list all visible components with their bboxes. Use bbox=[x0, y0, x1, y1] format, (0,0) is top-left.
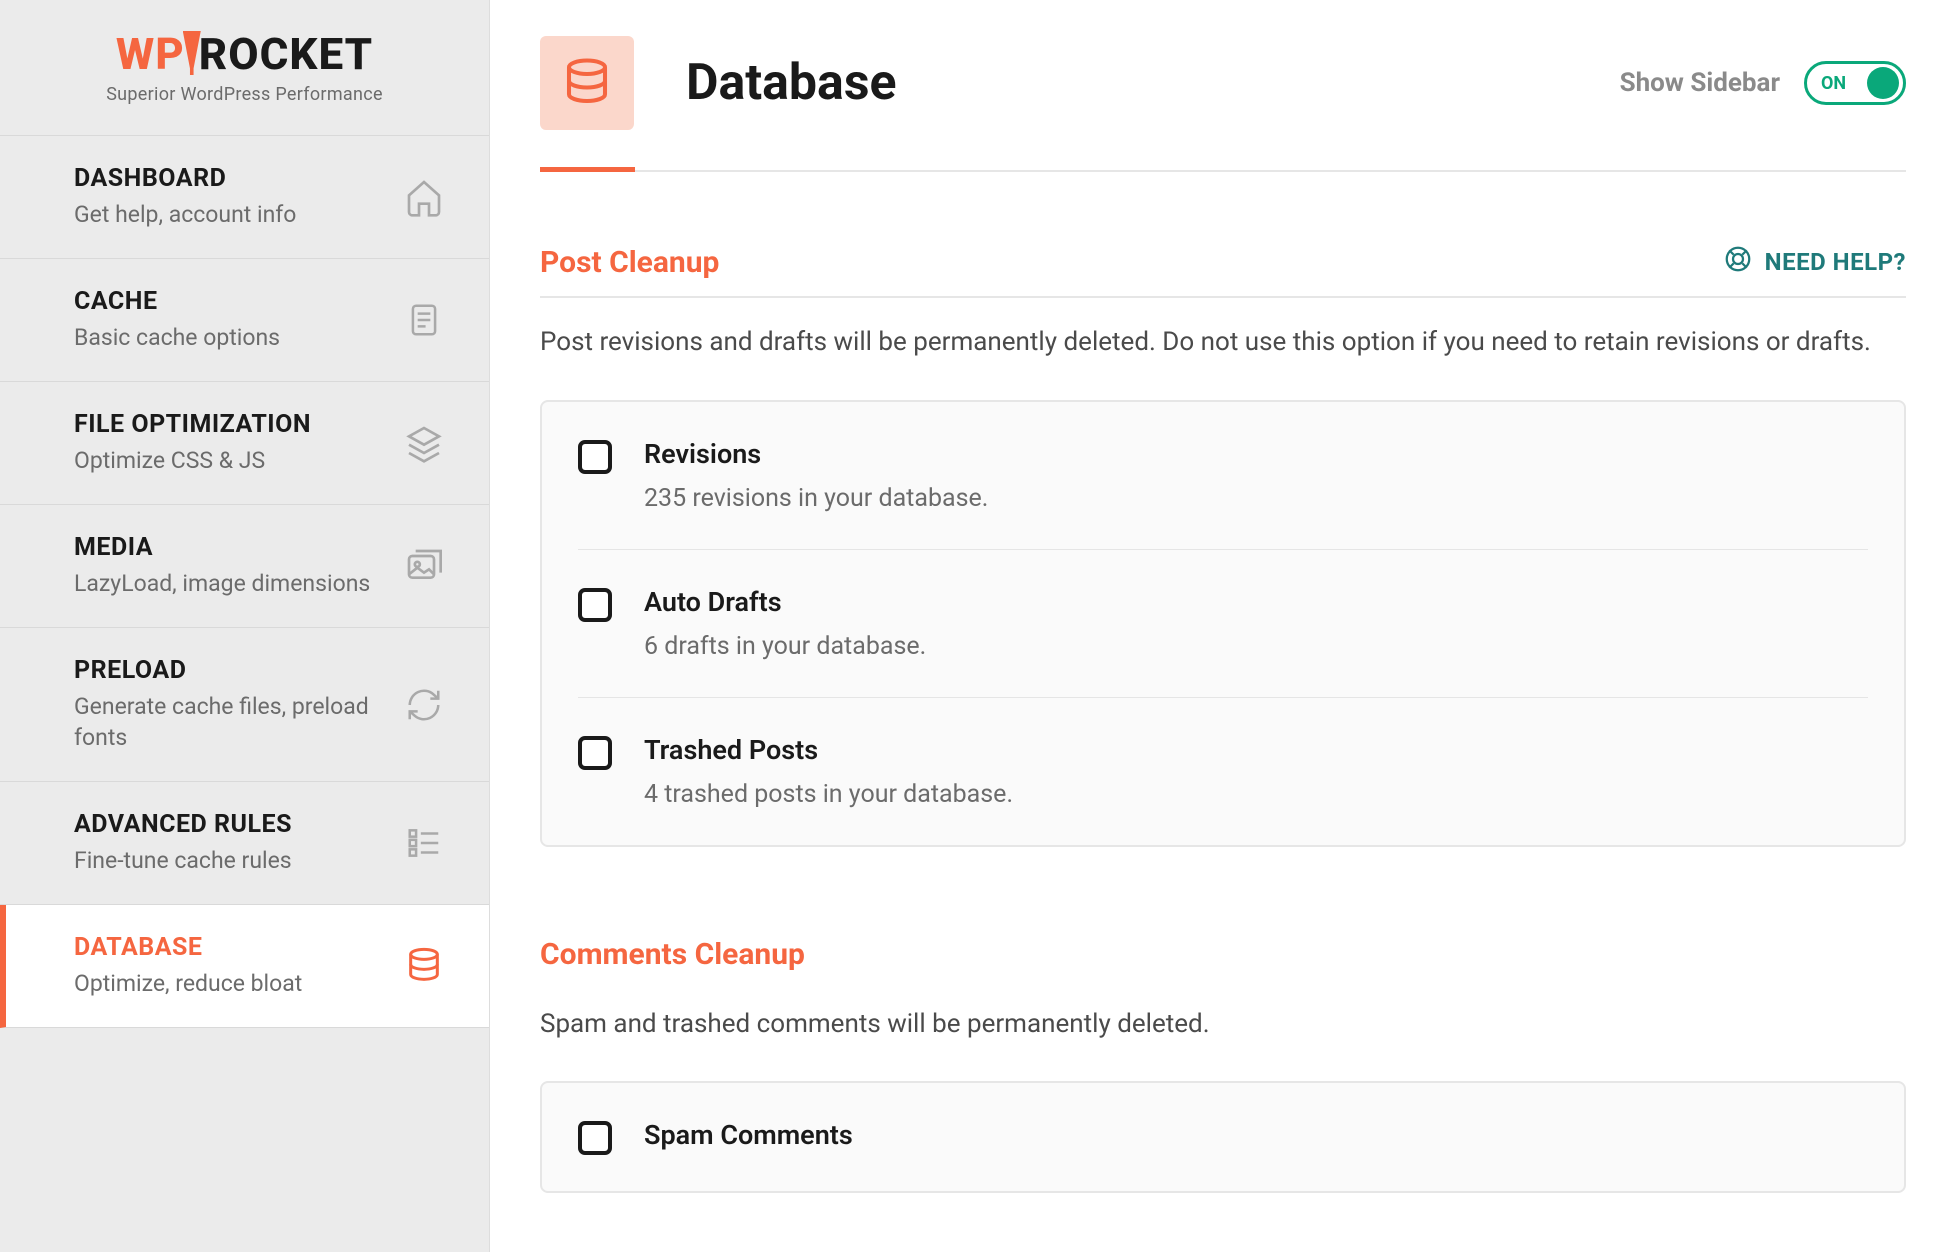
option-trashed-posts: Trashed Posts 4 trashed posts in your da… bbox=[578, 698, 1868, 845]
refresh-icon bbox=[403, 684, 445, 726]
option-title: Revisions bbox=[644, 438, 1868, 470]
spam-comments-checkbox[interactable] bbox=[578, 1121, 612, 1155]
nav-sub: Get help, account info bbox=[74, 199, 387, 230]
nav-title: MEDIA bbox=[74, 533, 387, 562]
toggle-on-label: ON bbox=[1821, 73, 1846, 94]
nav-sub: Optimize, reduce bloat bbox=[74, 968, 387, 999]
auto-drafts-checkbox[interactable] bbox=[578, 588, 612, 622]
sidebar-item-database[interactable]: DATABASE Optimize, reduce bloat bbox=[0, 905, 489, 1028]
database-icon bbox=[403, 945, 445, 987]
section-comments-cleanup: Comments Cleanup Spam and trashed commen… bbox=[540, 937, 1906, 1194]
revisions-checkbox[interactable] bbox=[578, 440, 612, 474]
nav-sub: Basic cache options bbox=[74, 322, 387, 353]
option-sub: 4 trashed posts in your database. bbox=[644, 780, 1868, 809]
page-header: Database Show Sidebar ON bbox=[540, 36, 1906, 172]
nav-title: CACHE bbox=[74, 287, 387, 316]
layers-icon bbox=[403, 422, 445, 464]
sidebar-item-advanced-rules[interactable]: ADVANCED RULES Fine-tune cache rules bbox=[0, 782, 489, 905]
sidebar-item-cache[interactable]: CACHE Basic cache options bbox=[0, 259, 489, 382]
nav-title: FILE OPTIMIZATION bbox=[74, 410, 387, 439]
logo-wp: WP bbox=[116, 28, 185, 80]
nav-sub: Optimize CSS & JS bbox=[74, 445, 387, 476]
toggle-knob bbox=[1867, 67, 1899, 99]
option-title: Trashed Posts bbox=[644, 734, 1868, 766]
option-auto-drafts: Auto Drafts 6 drafts in your database. bbox=[578, 550, 1868, 698]
nav-title: PRELOAD bbox=[74, 656, 387, 685]
section-title: Comments Cleanup bbox=[540, 937, 805, 972]
page-title: Database bbox=[686, 54, 897, 112]
nav-sub: Generate cache files, preload fonts bbox=[74, 691, 387, 753]
need-help-link[interactable]: NEED HELP? bbox=[1723, 244, 1906, 280]
home-icon bbox=[403, 176, 445, 218]
nav-sub: LazyLoad, image dimensions bbox=[74, 568, 387, 599]
logo-tagline: Superior WordPress Performance bbox=[36, 84, 453, 105]
show-sidebar-label: Show Sidebar bbox=[1620, 68, 1780, 98]
database-icon bbox=[540, 36, 634, 130]
option-title: Auto Drafts bbox=[644, 586, 1868, 618]
section-title: Post Cleanup bbox=[540, 245, 719, 280]
lifebuoy-icon bbox=[1723, 244, 1753, 280]
option-revisions: Revisions 235 revisions in your database… bbox=[578, 402, 1868, 550]
document-icon bbox=[403, 299, 445, 341]
nav-title: ADVANCED RULES bbox=[74, 810, 387, 839]
post-cleanup-options: Revisions 235 revisions in your database… bbox=[540, 400, 1906, 847]
list-icon bbox=[403, 822, 445, 864]
need-help-label: NEED HELP? bbox=[1765, 248, 1906, 276]
nav-title: DATABASE bbox=[74, 933, 387, 962]
sidebar-item-file-optimization[interactable]: FILE OPTIMIZATION Optimize CSS & JS bbox=[0, 382, 489, 505]
trashed-posts-checkbox[interactable] bbox=[578, 736, 612, 770]
sidebar: WPROCKET Superior WordPress Performance … bbox=[0, 0, 490, 1252]
option-sub: 6 drafts in your database. bbox=[644, 632, 1868, 661]
comments-cleanup-options: Spam Comments bbox=[540, 1081, 1906, 1193]
main-content: Database Show Sidebar ON Post Cleanup NE… bbox=[490, 0, 1956, 1252]
section-post-cleanup: Post Cleanup NEED HELP? Post revisions a… bbox=[540, 244, 1906, 847]
section-description: Post revisions and drafts will be perman… bbox=[540, 322, 1906, 364]
sidebar-item-preload[interactable]: PRELOAD Generate cache files, preload fo… bbox=[0, 628, 489, 782]
logo: WP ROCKET Superior WordPress Performance bbox=[0, 0, 489, 136]
show-sidebar-toggle[interactable]: ON bbox=[1804, 61, 1906, 105]
logo-rocket: ROCKET bbox=[199, 28, 373, 80]
nav-title: DASHBOARD bbox=[74, 164, 387, 193]
sidebar-item-media[interactable]: MEDIA LazyLoad, image dimensions bbox=[0, 505, 489, 628]
option-sub: 235 revisions in your database. bbox=[644, 484, 1868, 513]
images-icon bbox=[403, 545, 445, 587]
option-title: Spam Comments bbox=[644, 1119, 1868, 1151]
nav-sub: Fine-tune cache rules bbox=[74, 845, 387, 876]
option-spam-comments: Spam Comments bbox=[578, 1083, 1868, 1191]
sidebar-item-dashboard[interactable]: DASHBOARD Get help, account info bbox=[0, 136, 489, 259]
section-description: Spam and trashed comments will be perman… bbox=[540, 1004, 1906, 1046]
